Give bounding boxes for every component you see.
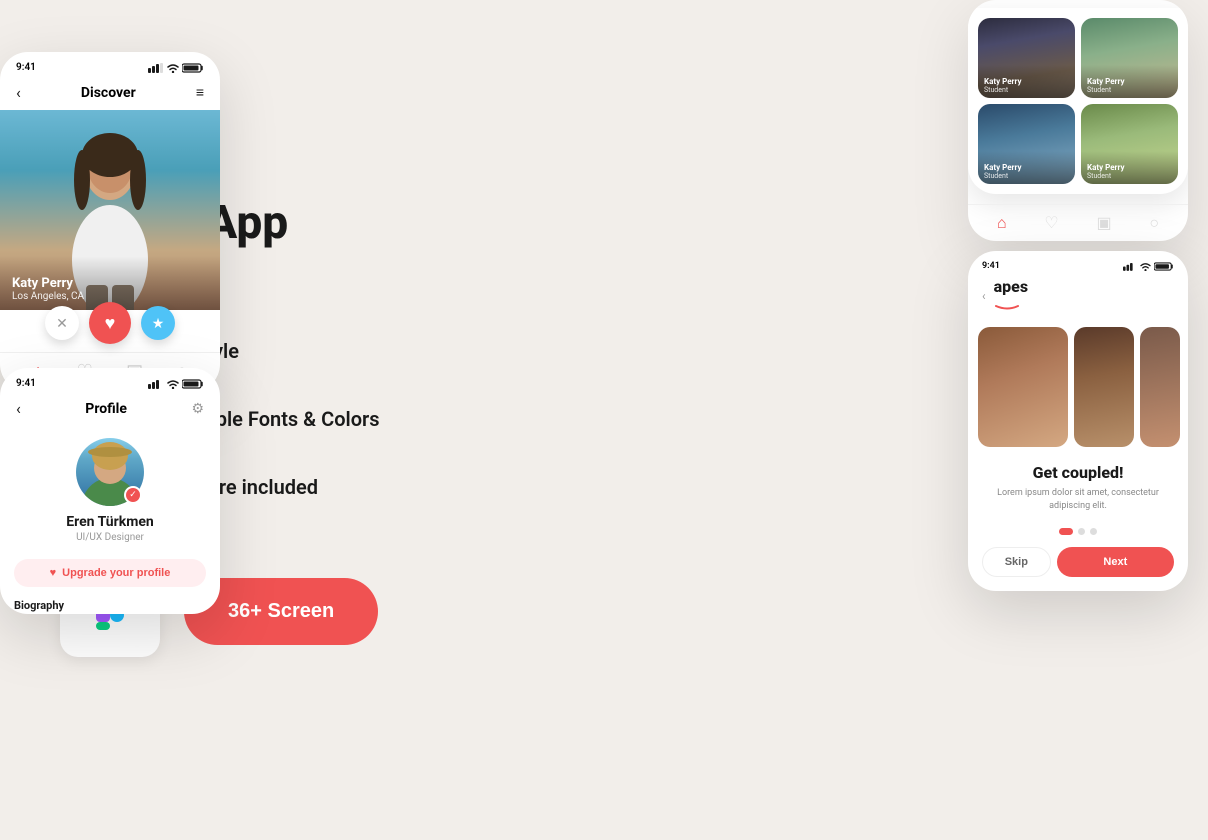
- grid-photo-1[interactable]: Katy Perry Student: [978, 18, 1075, 98]
- ob-wifi-icon: [1140, 262, 1151, 271]
- signal-icons-profile: [148, 379, 204, 389]
- ob-signal-icons: [1123, 262, 1174, 271]
- ob-dot-2: [1078, 528, 1085, 535]
- status-time-profile: 9:41: [16, 378, 36, 389]
- photo-grid: Katy Perry Student Katy Perry Student Ka…: [968, 8, 1188, 194]
- action-buttons: ✕ ♥ ★: [0, 294, 220, 352]
- ob-signal-icon: [1123, 262, 1137, 271]
- signal-icons-discover: [148, 63, 204, 73]
- ob-battery-icon: [1154, 262, 1174, 271]
- right-column: Katy Perry Student Katy Perry Student Ka…: [968, 0, 1188, 591]
- ob-logo-text: apes: [994, 277, 1028, 296]
- avatar-wrap: ✓: [76, 438, 144, 506]
- superlike-button[interactable]: ★: [141, 306, 175, 340]
- profile-person-role: UI/UX Designer: [76, 532, 144, 543]
- ob-photo-side-2: [1140, 327, 1180, 447]
- grid-nav-bar: ⌂ ♡ ▣ ○: [968, 204, 1188, 241]
- back-icon-discover[interactable]: ‹: [16, 83, 21, 102]
- grid-sub-1: Student: [984, 86, 1069, 94]
- grid-nav-heart[interactable]: ♡: [1044, 213, 1058, 233]
- phone-profile: 9:41 ‹ Profile ⚙: [0, 368, 220, 614]
- signal-icon: [148, 63, 164, 73]
- card-person-name: Katy Perry: [12, 276, 208, 291]
- phone-discover: 9:41 ‹ Discover ≡: [0, 52, 220, 392]
- status-bar-grid: [968, 0, 1188, 8]
- grid-photo-2[interactable]: Katy Perry Student: [1081, 18, 1178, 98]
- ob-content: Get coupled! Lorem ipsum dolor sit amet,…: [968, 453, 1188, 522]
- ob-description: Lorem ipsum dolor sit amet, consectetur …: [982, 487, 1174, 512]
- grid-photo-caption-3: Katy Perry Student: [978, 151, 1075, 184]
- ob-photo-side-1: [1074, 327, 1134, 447]
- profile-avatar-area: ✓ Eren Türkmen UI/UX Designer: [0, 426, 220, 551]
- status-time-discover: 9:41: [16, 62, 36, 73]
- profile-person-name: Eren Türkmen: [66, 514, 154, 530]
- ob-header: ‹ apes: [968, 275, 1188, 321]
- grid-nav-profile[interactable]: ○: [1149, 213, 1159, 233]
- grid-photo-caption-1: Katy Perry Student: [978, 65, 1075, 98]
- ob-logo-smile-icon: [994, 304, 1020, 311]
- battery-icon-p: [182, 379, 204, 389]
- grid-name-4: Katy Perry: [1087, 163, 1172, 172]
- next-button[interactable]: Next: [1057, 547, 1174, 577]
- menu-icon-discover[interactable]: ≡: [196, 84, 204, 101]
- signal-icon-p: [148, 379, 164, 389]
- wifi-icon: [167, 63, 179, 73]
- ob-status-bar: 9:41: [968, 251, 1188, 275]
- upgrade-label: Upgrade your profile: [62, 567, 170, 579]
- ob-logo: apes: [994, 277, 1028, 315]
- bio-section-label: Biography: [0, 595, 220, 614]
- gear-icon-profile[interactable]: ⚙: [191, 401, 204, 417]
- profile-title: Profile: [85, 401, 127, 417]
- status-bar-profile: 9:41: [0, 368, 220, 395]
- ob-actions: Skip Next: [968, 541, 1188, 591]
- grid-photo-4[interactable]: Katy Perry Student: [1081, 104, 1178, 184]
- ob-photo-main: [978, 327, 1068, 447]
- grid-name-2: Katy Perry: [1087, 77, 1172, 86]
- ob-title: Get coupled!: [982, 463, 1174, 482]
- grid-nav-home[interactable]: ⌂: [997, 213, 1007, 233]
- ob-dot-1: [1059, 528, 1073, 535]
- ob-status-time: 9:41: [982, 261, 1000, 271]
- grid-photo-caption-2: Katy Perry Student: [1081, 65, 1178, 98]
- grid-photo-3[interactable]: Katy Perry Student: [978, 104, 1075, 184]
- avatar-verified-badge: ✓: [124, 486, 142, 504]
- like-button[interactable]: ♥: [89, 302, 131, 344]
- status-bar-discover: 9:41: [0, 52, 220, 79]
- ob-back-icon[interactable]: ‹: [982, 289, 986, 303]
- discover-header: ‹ Discover ≡: [0, 79, 220, 110]
- ob-photos-row: [968, 321, 1188, 453]
- grid-sub-3: Student: [984, 172, 1069, 180]
- upgrade-button[interactable]: ♥ Upgrade your profile: [14, 559, 206, 587]
- profile-card-image: Katy Perry Los Angeles, CA: [0, 110, 220, 310]
- skip-button[interactable]: Skip: [982, 547, 1051, 577]
- upgrade-heart-icon: ♥: [50, 567, 57, 579]
- profile-header: ‹ Profile ⚙: [0, 395, 220, 426]
- ob-dot-3: [1090, 528, 1097, 535]
- grid-sub-2: Student: [1087, 86, 1172, 94]
- grid-name-1: Katy Perry: [984, 77, 1069, 86]
- phone-onboarding: 9:41 ‹: [968, 251, 1188, 591]
- grid-sub-4: Student: [1087, 172, 1172, 180]
- wifi-icon-p: [167, 379, 179, 389]
- grid-name-3: Katy Perry: [984, 163, 1069, 172]
- battery-icon: [182, 63, 204, 73]
- back-icon-profile[interactable]: ‹: [16, 399, 21, 418]
- photo-grid-card: Katy Perry Student Katy Perry Student Ka…: [968, 0, 1188, 241]
- discover-title: Discover: [81, 85, 136, 101]
- dislike-button[interactable]: ✕: [45, 306, 79, 340]
- grid-nav-msg[interactable]: ▣: [1097, 213, 1112, 233]
- grid-photo-caption-4: Katy Perry Student: [1081, 151, 1178, 184]
- ob-pagination-dots: [968, 522, 1188, 541]
